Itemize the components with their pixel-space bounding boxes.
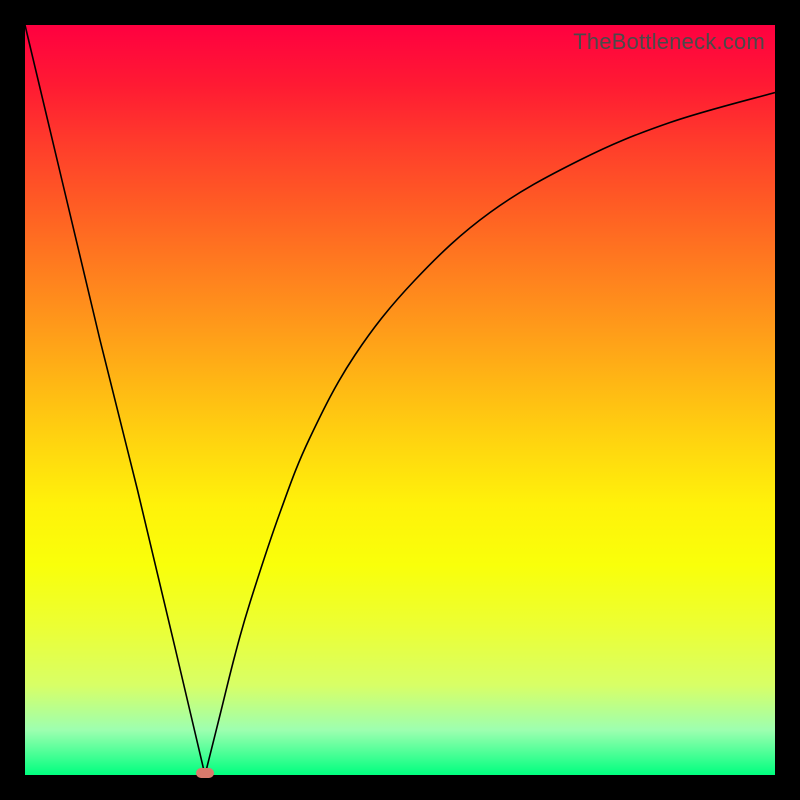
plot-area: TheBottleneck.com bbox=[25, 25, 775, 775]
watermark-text: TheBottleneck.com bbox=[573, 29, 765, 55]
minimum-marker-shape bbox=[196, 768, 214, 778]
bottleneck-curve bbox=[25, 25, 775, 775]
minimum-marker bbox=[195, 767, 215, 779]
curve-path bbox=[25, 25, 775, 775]
